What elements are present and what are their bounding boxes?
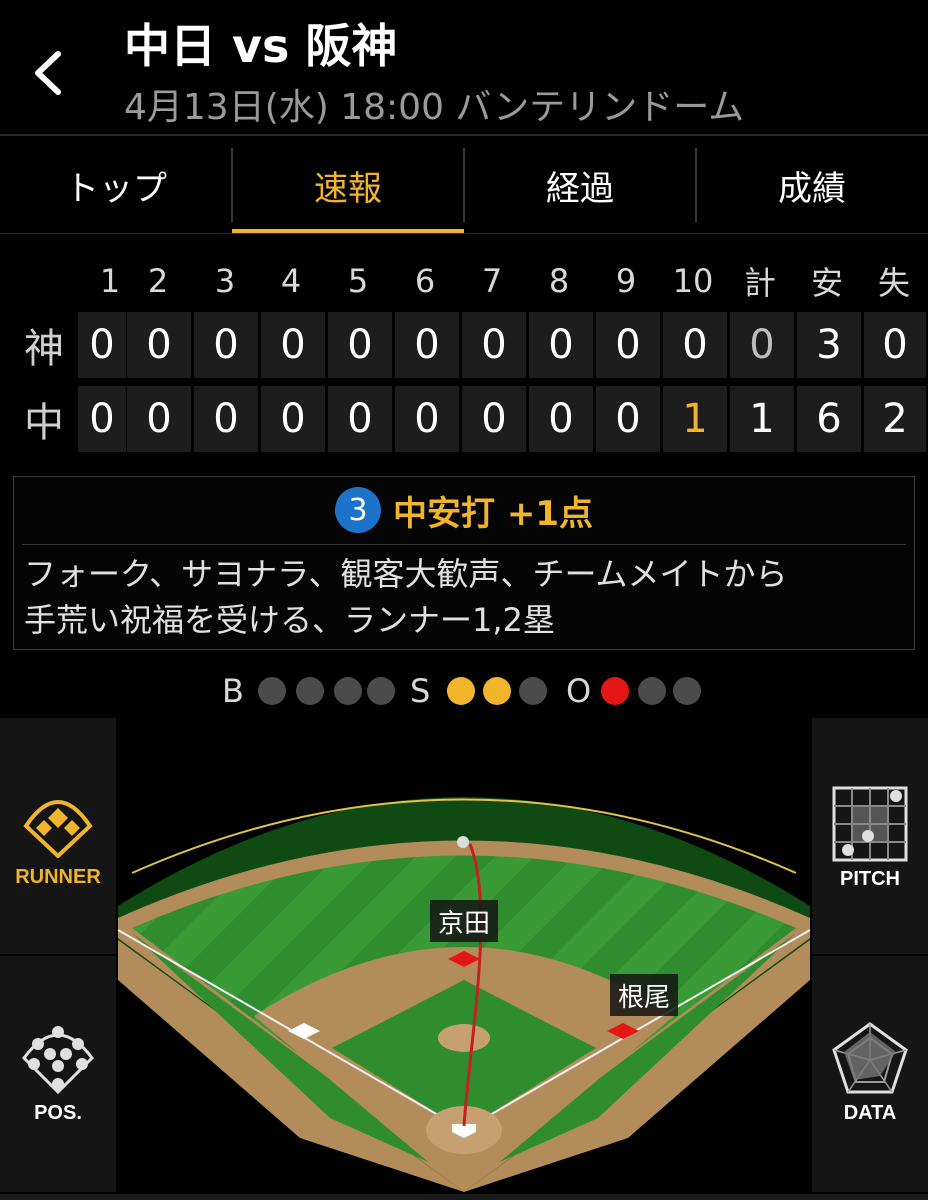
tab-bar: トップ 速報 経過 成績 [0, 136, 928, 234]
inning-header: 7 [481, 262, 503, 300]
inning-header: 4 [280, 262, 302, 300]
position-button[interactable]: POS. [0, 956, 116, 1192]
score-cell: 0 [194, 386, 258, 452]
strike-dot [447, 677, 475, 705]
header: 中日 vs 阪神 4月13日(水) 18:00 バンテリンドーム [0, 0, 928, 134]
inning-header: 8 [548, 262, 570, 300]
tab-stats[interactable]: 成績 [696, 136, 928, 234]
ball-landing [457, 836, 469, 848]
score-cell-current: 1 [663, 386, 727, 452]
back-button[interactable] [22, 40, 82, 106]
inning-header: 2 [147, 262, 169, 300]
score-cell: 0 [127, 386, 191, 452]
errors-header: 失 [877, 264, 910, 302]
inning-header: 6 [414, 262, 436, 300]
runner-tag-first: 根尾 [610, 974, 679, 1016]
out-dot [673, 677, 701, 705]
score-cell: 0 [529, 386, 593, 452]
score-cell: 0 [261, 386, 325, 452]
score-cell: 0 [261, 312, 325, 378]
hits-cell: 3 [797, 312, 861, 378]
team-label-chunichi: 中 [24, 400, 64, 446]
inning-header: 3 [214, 262, 236, 300]
strike-dot [519, 677, 547, 705]
tab-live[interactable]: 速報 [232, 136, 464, 234]
count-indicator: B S O [0, 668, 928, 714]
position-label: POS. [34, 1102, 82, 1124]
chevron-left-icon [35, 51, 61, 95]
pitch-grid-icon [832, 786, 908, 862]
play-result: 中安打 +1点 [393, 493, 593, 534]
play-description-line: フォーク、サヨナラ、観客大歓声、チームメイトから [24, 555, 788, 593]
score-cell: 0 [395, 312, 459, 378]
play-divider [22, 544, 906, 545]
batter-number-badge: 3 [335, 487, 381, 533]
score-cell: 0 [596, 386, 660, 452]
pitch-label: PITCH [840, 868, 900, 890]
tabs-divider [0, 233, 928, 234]
score-cell: 0 [529, 312, 593, 378]
score-cell: 0 [328, 386, 392, 452]
data-button[interactable]: DATA [812, 956, 928, 1192]
radar-chart-icon [832, 1022, 908, 1094]
field-area: 京田 根尾 RUNNER POS. PITCH DATA [0, 718, 928, 1192]
ball-dot [296, 677, 324, 705]
ball-dot [334, 677, 362, 705]
runner-button[interactable]: RUNNER [0, 718, 116, 954]
score-cell: 0 [462, 312, 526, 378]
pitch-button[interactable]: PITCH [812, 718, 928, 954]
bottom-edge [0, 1194, 928, 1200]
data-label: DATA [843, 1102, 897, 1124]
score-cell: 0 [78, 386, 126, 452]
tab-progress[interactable]: 経過 [464, 136, 696, 234]
score-cell: 0 [328, 312, 392, 378]
field-positions-icon [22, 1026, 94, 1094]
errors-cell: 0 [864, 312, 926, 378]
runner-tag-second: 京田 [430, 900, 499, 942]
score-cell: 0 [663, 312, 727, 378]
team-label-hanshin: 神 [24, 326, 64, 372]
baseball-field [117, 797, 811, 1192]
diamond-runner-icon [23, 800, 93, 858]
score-cell: 0 [78, 312, 126, 378]
errors-cell: 2 [864, 386, 926, 452]
hits-cell: 6 [797, 386, 861, 452]
out-label: O [566, 672, 592, 710]
strike-label: S [410, 672, 431, 710]
ball-dot [258, 677, 286, 705]
ball-label: B [222, 672, 244, 710]
inning-header: 9 [615, 262, 637, 300]
tab-top[interactable]: トップ [0, 136, 232, 234]
play-description-line: 手荒い祝福を受ける、ランナー1,2塁 [24, 601, 555, 639]
score-cell: 0 [127, 312, 191, 378]
play-header: 3 中安打 +1点 [14, 477, 914, 543]
total-cell: 1 [730, 386, 794, 452]
total-header: 計 [743, 264, 776, 302]
ball-dot [367, 677, 395, 705]
runner-label: RUNNER [15, 866, 101, 888]
score-cell: 0 [462, 386, 526, 452]
total-cell: 0 [730, 312, 794, 378]
game-info: 4月13日(水) 18:00 バンテリンドーム [124, 87, 745, 128]
inning-header: 5 [347, 262, 369, 300]
out-dot [638, 677, 666, 705]
play-card: 3 中安打 +1点 フォーク、サヨナラ、観客大歓声、チームメイトから 手荒い祝福… [13, 476, 915, 650]
inning-header: 10 [672, 262, 714, 300]
scoreboard: 1 2 3 4 5 6 7 8 9 10 計 安 失 神 0 0 0 0 0 0… [0, 240, 928, 460]
page-title: 中日 vs 阪神 [124, 19, 398, 73]
out-dot [601, 677, 629, 705]
strike-dot [483, 677, 511, 705]
play-description: フォーク、サヨナラ、観客大歓声、チームメイトから 手荒い祝福を受ける、ランナー1… [24, 551, 908, 643]
score-cell: 0 [194, 312, 258, 378]
hits-header: 安 [810, 264, 843, 302]
score-cell: 0 [596, 312, 660, 378]
score-cell: 0 [395, 386, 459, 452]
